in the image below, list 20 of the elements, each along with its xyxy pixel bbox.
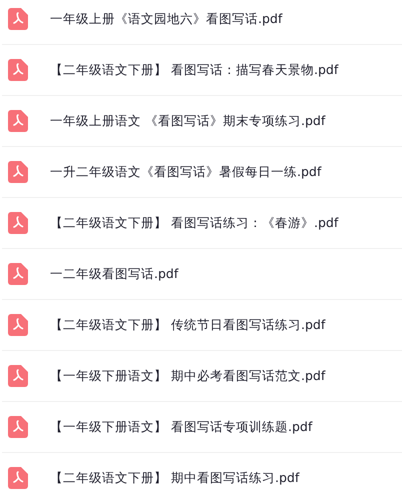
pdf-file-icon	[8, 314, 28, 336]
file-name[interactable]: 【一年级下册语文】 期中必考看图写话范文.pdf	[50, 368, 326, 384]
pdf-file-icon	[8, 365, 28, 387]
pdf-file-icon	[8, 212, 28, 234]
file-name[interactable]: 一年级上册《语文园地六》看图写话.pdf	[50, 10, 282, 28]
pdf-file-icon	[8, 263, 28, 285]
pdf-file-icon	[8, 110, 28, 132]
file-name[interactable]: 【二年级语文下册】 看图写话练习：《春游》.pdf	[50, 214, 338, 232]
pdf-file-icon	[8, 467, 28, 489]
pdf-file-icon	[8, 161, 28, 183]
file-name[interactable]: 【二年级语文下册】 传统节日看图写话练习.pdf	[50, 316, 326, 334]
file-name[interactable]: 一年级上册语文 《看图写话》期末专项练习.pdf	[50, 112, 326, 130]
pdf-file-icon	[8, 8, 28, 30]
file-name[interactable]: 【一年级下册语文】 看图写话专项训练题.pdf	[50, 418, 312, 436]
pdf-file-icon	[8, 416, 28, 438]
file-name[interactable]: 一升二年级语文《看图写话》暑假每日一练.pdf	[50, 164, 322, 180]
file-name[interactable]: 【二年级语文下册】 期中看图写话练习.pdf	[50, 470, 300, 486]
file-name[interactable]: 【二年级语文下册】 看图写话：描写春天景物.pdf	[50, 62, 338, 78]
pdf-file-icon	[8, 59, 28, 81]
file-name[interactable]: 一二年级看图写话.pdf	[50, 266, 178, 282]
